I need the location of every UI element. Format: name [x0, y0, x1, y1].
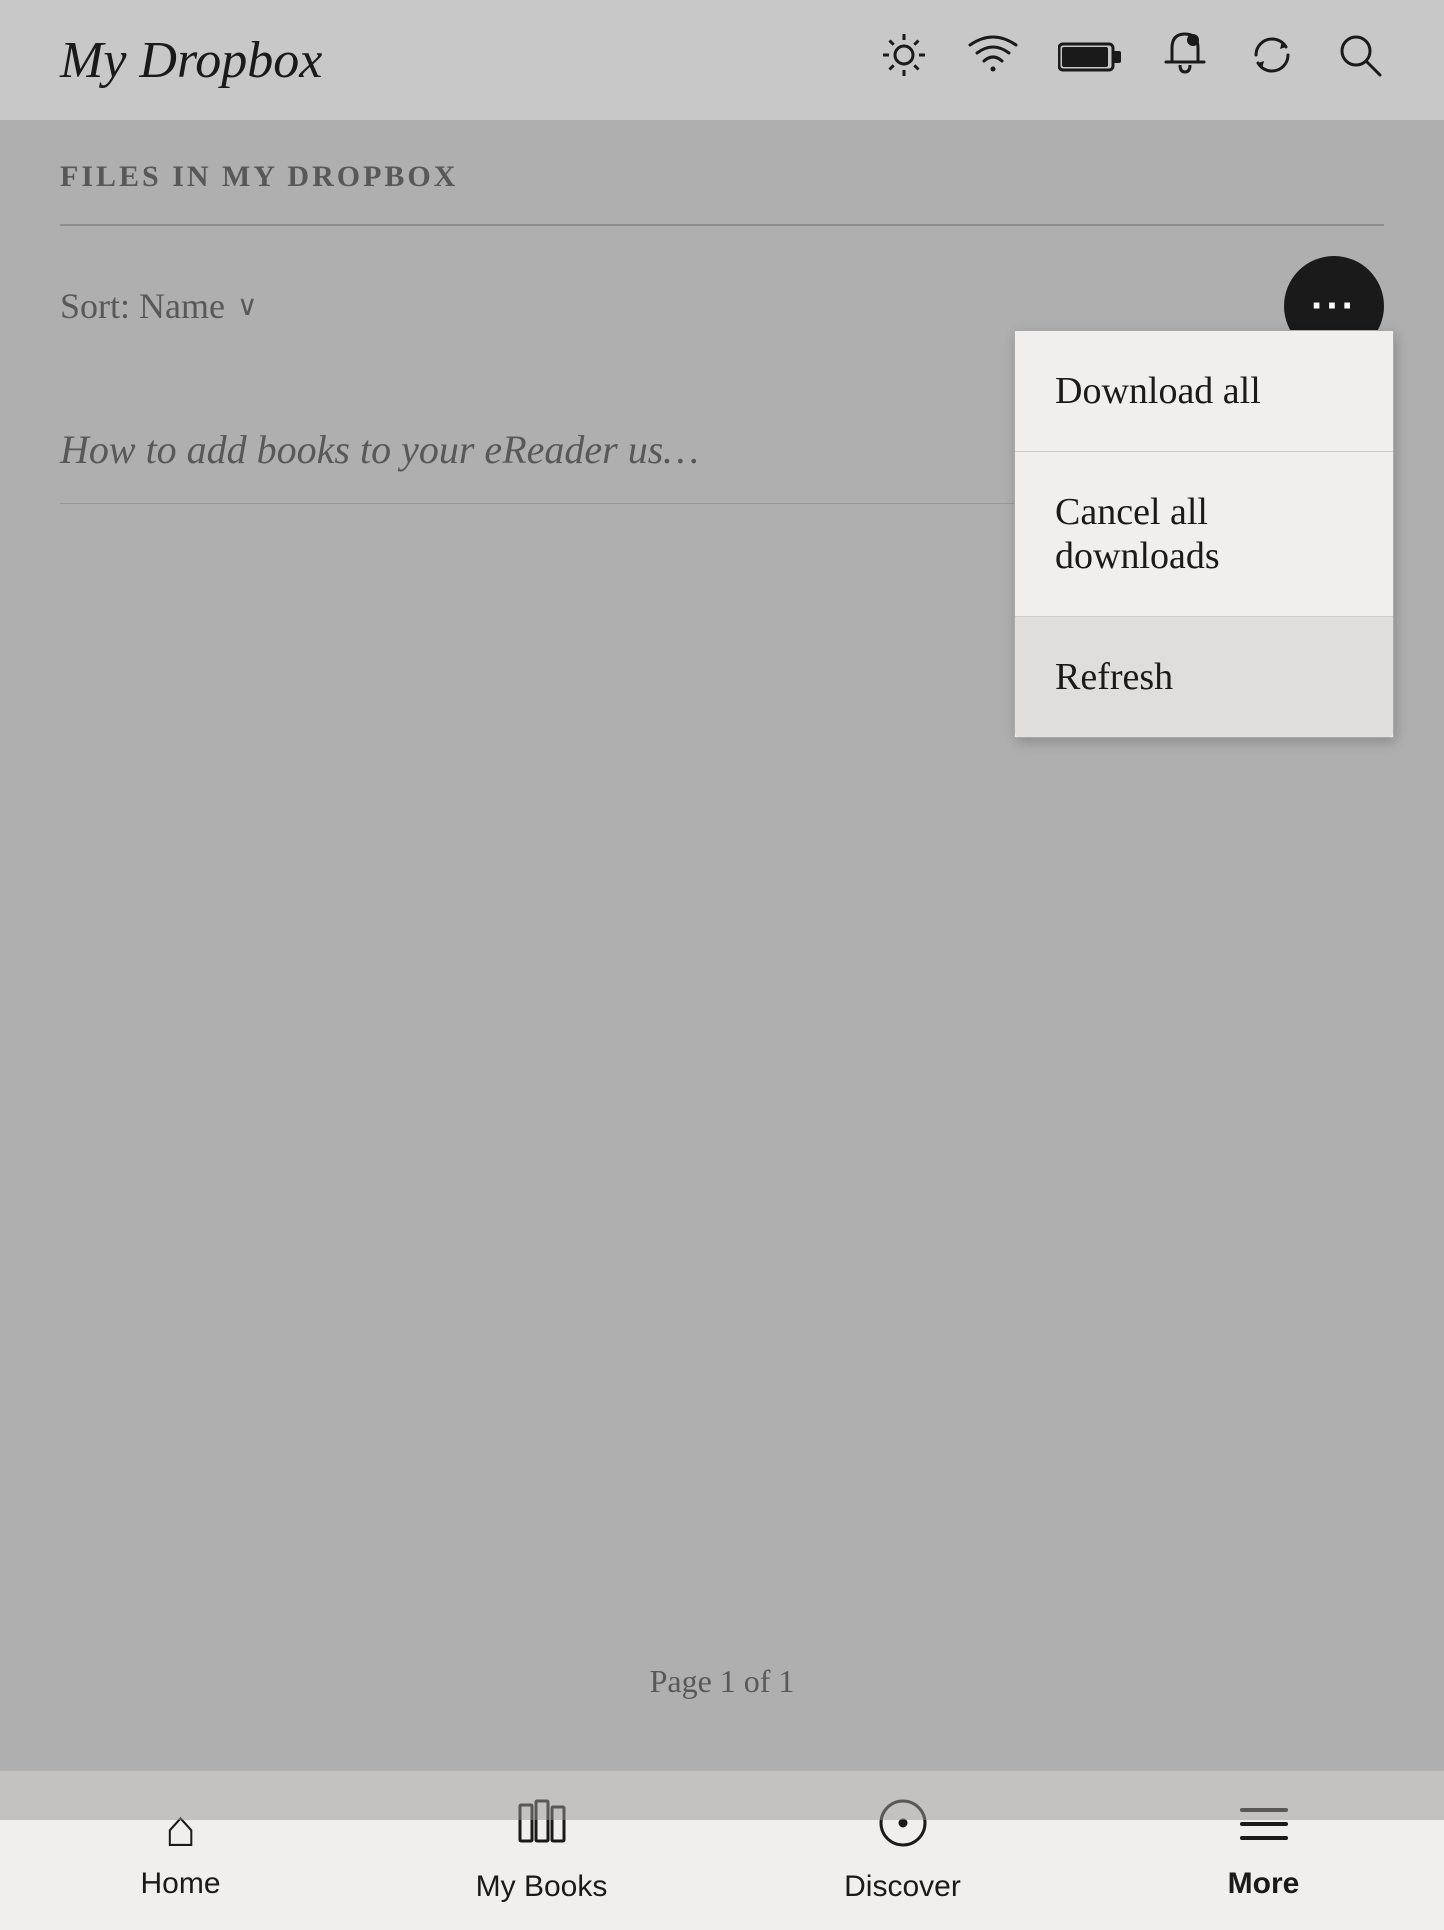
battery-icon [1058, 35, 1122, 86]
header: My Dropbox [0, 0, 1444, 120]
main-content: FILES IN MY DROPBOX Sort: Name ∨ ··· How… [0, 120, 1444, 1820]
nav-label-my-books: My Books [476, 1870, 608, 1904]
header-icons [880, 30, 1384, 91]
nav-label-discover: Discover [844, 1870, 961, 1904]
nav-label-more: More [1228, 1867, 1300, 1901]
brightness-icon[interactable] [880, 31, 928, 90]
refresh-button[interactable]: Refresh [1015, 617, 1393, 737]
search-icon[interactable] [1336, 31, 1384, 90]
cancel-all-downloads-button[interactable]: Cancel all downloads [1015, 452, 1393, 617]
nav-label-home: Home [140, 1867, 220, 1901]
notification-icon[interactable] [1162, 30, 1208, 91]
sync-icon[interactable] [1248, 31, 1296, 90]
page-title: My Dropbox [60, 31, 322, 90]
dropdown-menu: Download all Cancel all downloads Refres… [1014, 330, 1394, 738]
wifi-icon[interactable] [968, 31, 1018, 90]
download-all-button[interactable]: Download all [1015, 331, 1393, 452]
